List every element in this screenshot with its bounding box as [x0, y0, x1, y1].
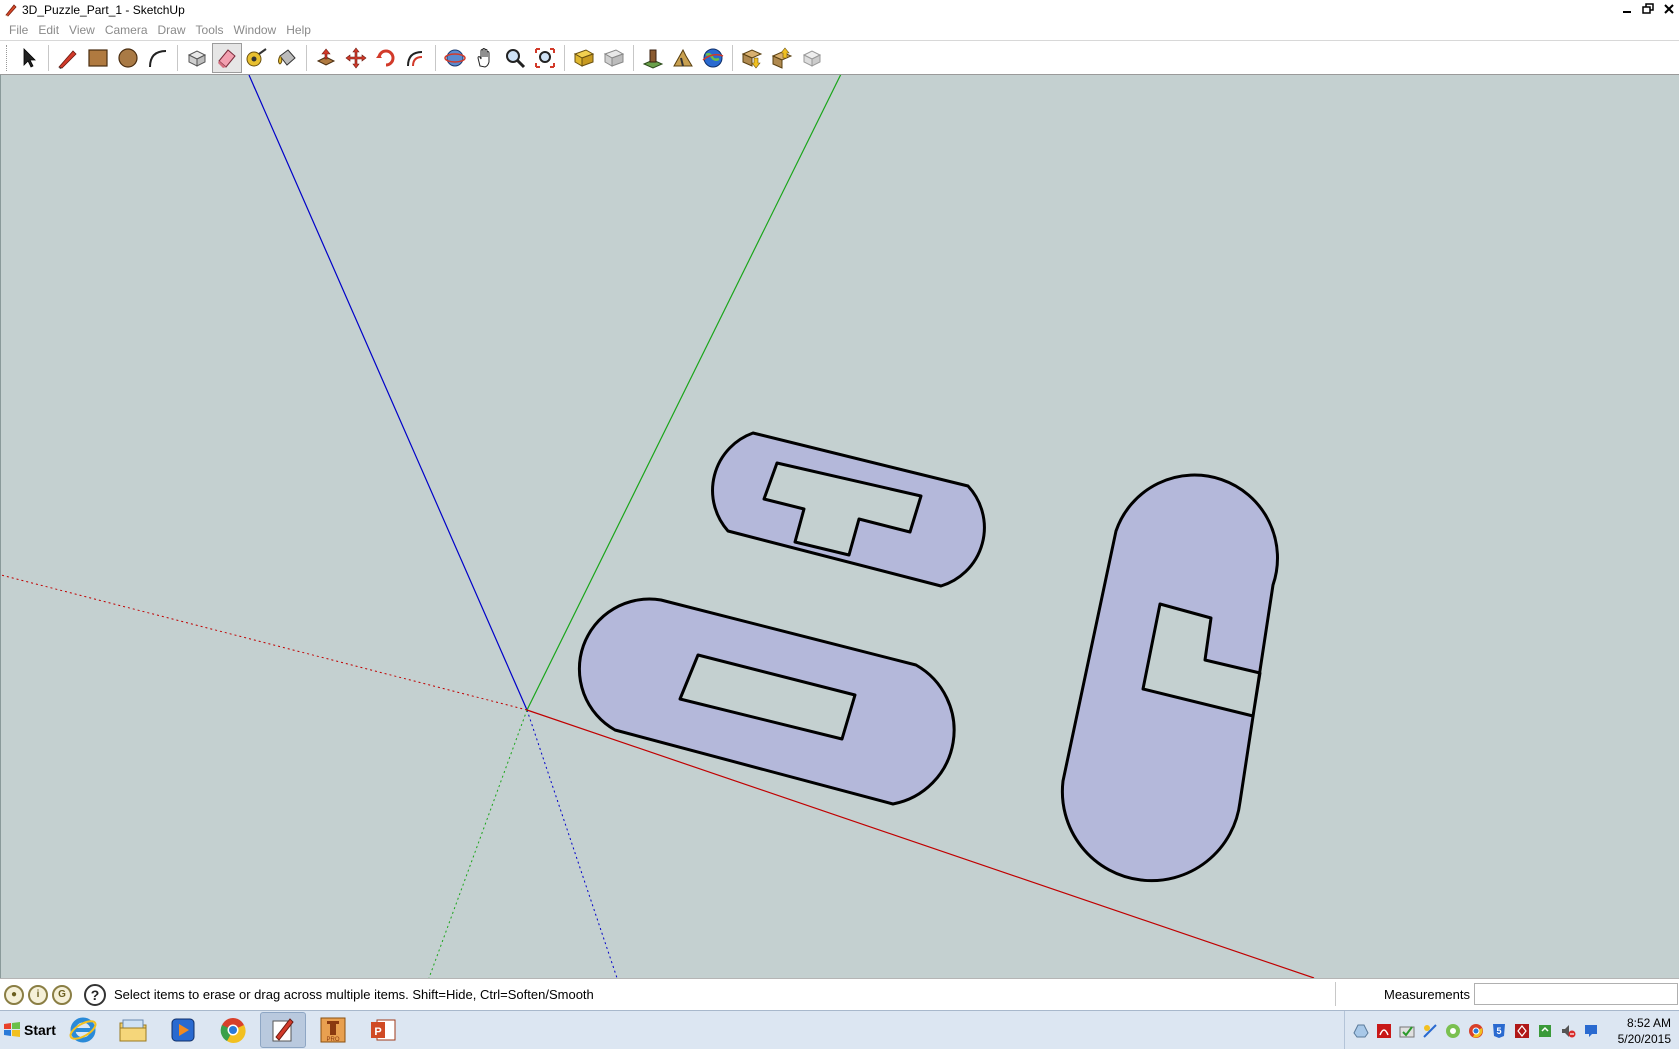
status-bar: ● i G ? Select items to erase or drag ac…	[0, 978, 1679, 1010]
menu-help[interactable]: Help	[281, 23, 316, 37]
restore-icon[interactable]	[1638, 0, 1658, 18]
share-component-icon[interactable]	[797, 43, 827, 73]
toolbar-separator	[48, 44, 49, 71]
chrome-tray-icon[interactable]	[1468, 1023, 1484, 1039]
orbit-icon[interactable]	[440, 43, 470, 73]
status-hint: Select items to erase or drag across mul…	[114, 987, 594, 1002]
line-icon[interactable]	[53, 43, 83, 73]
start-label: Start	[24, 1022, 56, 1038]
paint-bucket-icon[interactable]	[272, 43, 302, 73]
menu-edit[interactable]: Edit	[33, 23, 64, 37]
system-clock[interactable]: 8:52 AM 5/20/2015	[1618, 1015, 1671, 1047]
puzzle-piece-bottom[interactable]	[577, 597, 956, 806]
menu-view[interactable]: View	[64, 23, 100, 37]
picasa-icon[interactable]	[1445, 1023, 1461, 1039]
blue-axis-negative	[526, 709, 618, 978]
sync-icon[interactable]	[1537, 1023, 1553, 1039]
puzzle-piece-top[interactable]	[711, 431, 986, 588]
toolbar-separator	[564, 44, 565, 71]
previous-view-icon[interactable]	[569, 43, 599, 73]
media-player-icon[interactable]	[160, 1012, 206, 1048]
sketchup-window: 3D_Puzzle_Part_1 - SketchUp File Edit Vi…	[0, 0, 1679, 1049]
checkmark-icon[interactable]	[1399, 1023, 1415, 1039]
circle-icon[interactable]	[113, 43, 143, 73]
windows-logo-icon	[4, 1022, 20, 1037]
file-explorer-icon[interactable]	[110, 1012, 156, 1048]
toolbar-separator	[732, 44, 733, 71]
close-icon[interactable]	[1659, 0, 1679, 18]
menu-bar: File Edit View Camera Draw Tools Window …	[0, 20, 1679, 40]
puzzle-piece-right[interactable]	[1060, 473, 1279, 883]
taskbar: Start PRO P 5 8:52 AM 5/20/2015	[0, 1010, 1679, 1049]
html5-icon[interactable]: 5	[1491, 1023, 1507, 1039]
svg-text:PRO: PRO	[326, 1037, 339, 1043]
next-view-icon[interactable]	[599, 43, 629, 73]
zoom-icon[interactable]	[500, 43, 530, 73]
arc-icon[interactable]	[143, 43, 173, 73]
window-title: 3D_Puzzle_Part_1 - SketchUp	[22, 3, 185, 17]
svg-text:5: 5	[1496, 1026, 1501, 1036]
volume-muted-icon[interactable]	[1560, 1023, 1576, 1039]
rectangle-icon[interactable]	[83, 43, 113, 73]
security-icon[interactable]	[1514, 1023, 1530, 1039]
geo-location-icon[interactable]: ●	[4, 984, 24, 1005]
title-bar: 3D_Puzzle_Part_1 - SketchUp	[0, 0, 1679, 20]
rotate-icon[interactable]	[371, 43, 401, 73]
toolbar-grip[interactable]	[6, 44, 10, 71]
powerpoint-icon[interactable]: P	[360, 1012, 406, 1048]
menu-tools[interactable]: Tools	[191, 23, 229, 37]
toggle-terrain-icon[interactable]	[668, 43, 698, 73]
measurements-input[interactable]	[1473, 983, 1678, 1005]
credits-icon[interactable]: i	[28, 984, 48, 1005]
sketchup-icon[interactable]	[260, 1012, 306, 1048]
get-models-icon[interactable]	[737, 43, 767, 73]
google-drive-icon[interactable]	[1353, 1023, 1369, 1039]
select-icon[interactable]	[14, 43, 44, 73]
start-button[interactable]: Start	[2, 1014, 56, 1046]
toolbar-separator	[633, 44, 634, 71]
menu-window[interactable]: Window	[229, 23, 282, 37]
add-location-icon[interactable]	[638, 43, 668, 73]
network-tool-icon[interactable]	[1422, 1023, 1438, 1039]
red-axis-negative	[1, 574, 528, 711]
help-icon[interactable]: ?	[84, 983, 106, 1006]
model-scene	[1, 75, 1315, 978]
green-axis-negative	[428, 709, 528, 978]
system-tray: 5 8:52 AM 5/20/2015	[1343, 1011, 1679, 1049]
menu-file[interactable]: File	[4, 23, 33, 37]
measurements-box: Measurements	[1335, 982, 1678, 1006]
drawing-area[interactable]	[0, 75, 1679, 978]
share-model-icon[interactable]	[767, 43, 797, 73]
toolbar-separator	[177, 44, 178, 71]
action-center-icon[interactable]	[1583, 1023, 1599, 1039]
make-component-icon[interactable]	[182, 43, 212, 73]
tape-measure-icon[interactable]	[242, 43, 272, 73]
toolbar-separator	[435, 44, 436, 71]
clock-time: 8:52 AM	[1626, 1015, 1671, 1030]
acrobat-icon[interactable]	[1376, 1023, 1392, 1039]
menu-camera[interactable]: Camera	[100, 23, 153, 37]
offset-icon[interactable]	[401, 43, 431, 73]
pan-icon[interactable]	[470, 43, 500, 73]
chrome-icon[interactable]	[210, 1012, 256, 1048]
zoom-extents-icon[interactable]	[530, 43, 560, 73]
move-icon[interactable]	[341, 43, 371, 73]
minimize-icon[interactable]	[1617, 0, 1637, 18]
inventor-pro-icon[interactable]: PRO	[310, 1012, 356, 1048]
svg-text:P: P	[374, 1026, 381, 1038]
sketchup-pencil-icon	[3, 2, 19, 18]
menu-draw[interactable]: Draw	[153, 23, 191, 37]
eraser-icon[interactable]	[212, 42, 242, 73]
internet-explorer-icon[interactable]	[60, 1012, 106, 1048]
preview-google-earth-icon[interactable]	[698, 43, 728, 73]
user-login-icon[interactable]: G	[52, 984, 72, 1005]
toolbar-separator	[306, 44, 307, 71]
blue-axis	[248, 75, 528, 711]
push-pull-icon[interactable]	[311, 43, 341, 73]
clock-date: 5/20/2015	[1617, 1031, 1671, 1046]
getting-started-toolbar	[0, 40, 1679, 75]
measurements-label: Measurements	[1384, 986, 1470, 1002]
